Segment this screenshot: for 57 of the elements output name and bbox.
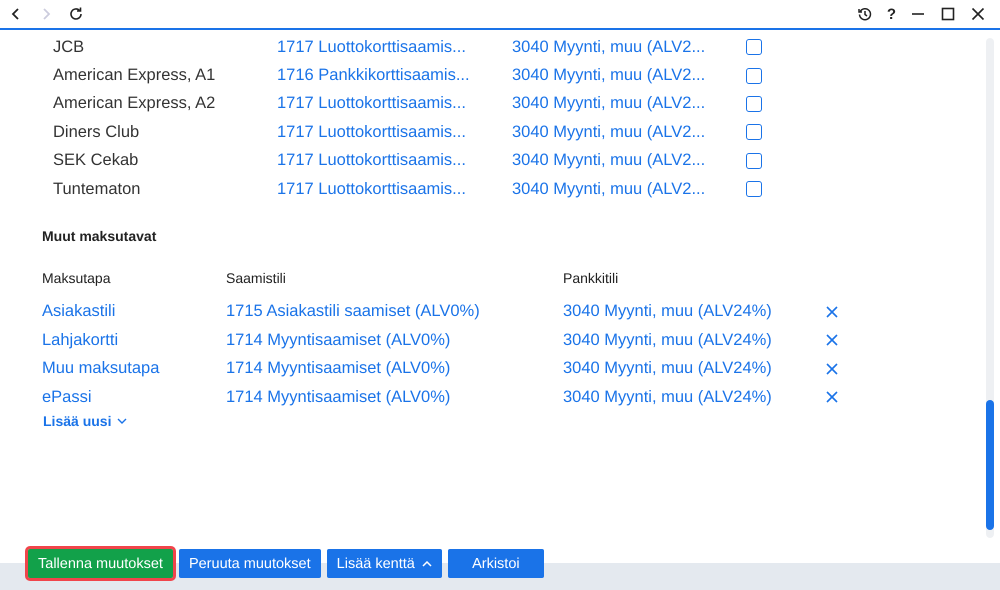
account-link[interactable]: 1717 Luottokorttisaamis... [277,94,512,114]
refresh-icon[interactable] [68,6,84,22]
column-header: Maksutapa [42,270,112,286]
checkbox[interactable] [746,39,762,56]
payment-method-name: American Express, A2 [52,94,216,114]
remove-icon[interactable] [826,362,838,375]
account-link[interactable]: 1714 Myyntisaamiset (ALV0%) [226,330,563,350]
help-button[interactable]: ? [886,6,896,22]
payment-method-name: SEK Cekab [52,151,140,170]
checkbox[interactable] [746,96,762,112]
bank-account-link[interactable]: 3040 Myynti, muu (ALV2... [512,180,746,199]
bank-account-link[interactable]: 3040 Myynti, muu (ALV24%) [563,359,826,378]
account-link[interactable]: 1717 Luottokorttisaamis... [277,122,512,142]
column-header: Saamistili [226,270,287,286]
payment-method-link[interactable]: Muu maksutapa [42,359,226,378]
checkbox[interactable] [746,152,762,169]
account-link[interactable]: 1717 Luottokorttisaamis... [277,38,512,57]
payment-method-name: JCB [52,38,86,57]
remove-icon[interactable] [826,306,838,318]
checkbox[interactable] [746,124,762,140]
chevron-up-icon [422,560,432,566]
checkbox[interactable] [746,68,762,84]
bank-account-link[interactable]: 3040 Myynti, muu (ALV2... [512,38,746,57]
action-button[interactable]: Arkistoi [448,549,544,578]
bank-account-link[interactable]: 3040 Myynti, muu (ALV2... [512,94,746,114]
column-header: Pankkitili [563,270,620,286]
history-icon[interactable] [856,6,873,22]
account-link[interactable]: 1717 Luottokorttisaamis... [277,180,512,199]
maximize-icon[interactable] [940,6,956,22]
menu-button[interactable]: Lisää kenttä [326,549,442,578]
section-title: Muut maksutavat [42,228,158,244]
account-link[interactable]: 1715 Asiakastili saamiset (ALV0%) [226,302,563,322]
chevron-down-icon [117,418,128,424]
account-link[interactable]: 1714 Myyntisaamiset (ALV0%) [226,359,563,378]
account-link[interactable]: 1714 Myyntisaamiset (ALV0%) [226,388,563,407]
add-new-button[interactable]: Lisää uusi [43,413,128,430]
bank-account-link[interactable]: 3040 Myynti, muu (ALV24%) [563,388,826,407]
scrollbar[interactable] [986,38,994,538]
account-link[interactable]: 1717 Luottokorttisaamis... [277,151,512,170]
bank-account-link[interactable]: 3040 Myynti, muu (ALV24%) [563,302,826,322]
payment-method-name: Diners Club [52,122,140,142]
close-icon[interactable] [970,6,986,22]
payment-method-link[interactable]: Asiakastili [42,302,226,322]
bank-account-link[interactable]: 3040 Myynti, muu (ALV2... [512,151,746,170]
checkbox[interactable] [746,181,762,198]
payment-method-name: Tuntematon [52,180,142,199]
action-button[interactable]: Peruuta muutokset [178,549,321,578]
remove-icon[interactable] [826,391,838,404]
bank-account-link[interactable]: 3040 Myynti, muu (ALV2... [512,122,746,142]
payment-method-link[interactable]: ePassi [42,388,226,407]
account-link[interactable]: 1716 Pankkikorttisaamis... [277,66,512,86]
bank-account-link[interactable]: 3040 Myynti, muu (ALV24%) [563,330,826,350]
remove-icon[interactable] [826,334,838,346]
save-button[interactable]: Tallenna muutokset [28,549,173,578]
bank-account-link[interactable]: 3040 Myynti, muu (ALV2... [512,66,746,86]
payment-method-name: American Express, A1 [52,66,216,86]
payment-method-link[interactable]: Lahjakortti [42,330,226,350]
